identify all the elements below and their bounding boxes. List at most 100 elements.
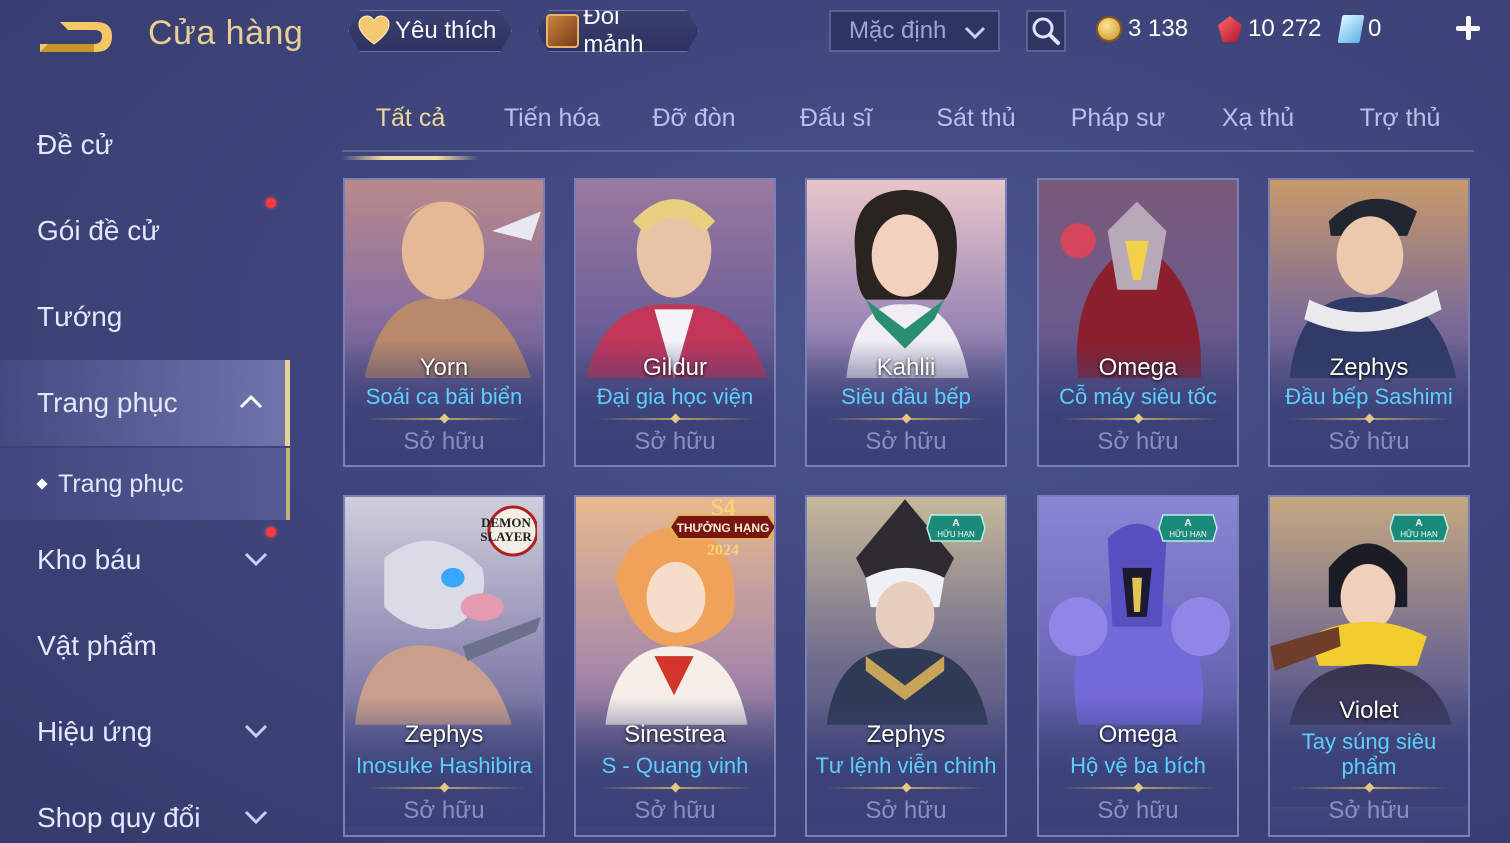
limited-label: HỮU HẠN [1169, 530, 1207, 539]
back-button[interactable] [34, 14, 118, 60]
badge-s4-year: 2024 [707, 542, 739, 559]
owned-status: Sở hữu [1328, 428, 1410, 455]
limited-badge: A HỮU HẠN [1389, 514, 1449, 542]
sidebar: Đề cử Gói đề cử Tướng Trang phục Trang p… [0, 100, 292, 843]
limited-label: HỮU HẠN [937, 530, 975, 539]
skin-card[interactable]: Kahlii Siêu đầu bếp Sở hữu [805, 178, 1007, 467]
skin-card[interactable]: A HỮU HẠN Zephys Tư lệnh viễn chinh Sở h… [805, 495, 1007, 837]
skin-name: Hộ vệ ba bích [1070, 753, 1206, 778]
chevron-up-icon [239, 394, 263, 409]
skin-name: Đầu bếp Sashimi [1285, 384, 1453, 409]
skin-card[interactable]: Gildur Đại gia học viện Sở hữu [574, 178, 776, 467]
gold-currency: 3 138 [1096, 14, 1188, 44]
search-button[interactable] [1026, 10, 1066, 52]
tab-label: Sát thủ [936, 104, 1016, 132]
hero-name: Yorn [419, 354, 469, 381]
card-divider [1290, 787, 1450, 789]
sidebar-item-label: Kho báu [37, 544, 142, 575]
owned-status: Sở hữu [865, 797, 947, 824]
sidebar-item-recommended[interactable]: Đề cử [0, 102, 290, 188]
skin-card[interactable]: A HỮU HẠN Violet Tay súng siêu phẩm Sở h… [1268, 495, 1470, 837]
gold-amount: 3 138 [1128, 15, 1189, 42]
tab-tank[interactable]: Đỡ đòn [626, 104, 762, 150]
skin-card[interactable]: S4 THƯỞNG HẠNG 2024 Sinestrea S - Quang … [574, 495, 776, 837]
card-divider [827, 418, 987, 420]
card-divider [827, 787, 987, 789]
skin-name: Siêu đầu bếp [841, 384, 971, 409]
chest-icon [546, 14, 579, 48]
limited-badge: A HỮU HẠN [1158, 514, 1218, 542]
sidebar-item-heroes[interactable]: Tướng [0, 274, 290, 360]
skin-card[interactable]: Omega Cỗ máy siêu tốc Sở hữu [1037, 178, 1239, 467]
tab-assassin[interactable]: Sát thủ [908, 104, 1044, 150]
tab-all[interactable]: Tất cả [342, 104, 479, 160]
tab-label: Xạ thủ [1221, 104, 1295, 132]
hero-name: Kahlii [876, 354, 936, 381]
sidebar-item-label: Tướng [37, 301, 123, 332]
favorites-button[interactable]: Yêu thích [348, 10, 512, 52]
favorites-label: Yêu thích [395, 17, 497, 44]
voucher-icon [1337, 15, 1365, 43]
ruby-currency: 10 272 [1218, 14, 1321, 44]
sort-value: Mặc định [849, 17, 947, 44]
tab-marksman[interactable]: Xạ thủ [1190, 104, 1326, 150]
sidebar-item-skins[interactable]: Trang phục [0, 360, 290, 446]
season-reward-badge: S4 THƯỞNG HẠNG 2024 [668, 497, 774, 567]
skin-card[interactable]: A HỮU HẠN Omega Hộ vệ ba bích Sở hữu [1037, 495, 1239, 837]
skin-name: Đại gia học viện [596, 384, 754, 409]
skin-card[interactable]: DEMON SLAYER Zephys Inosuke Hashibira Sở… [343, 495, 545, 837]
skin-name: Soái ca bãi biển [365, 384, 523, 409]
tab-label: Tất cả [375, 104, 446, 132]
owned-status: Sở hữu [403, 428, 485, 455]
search-icon [1032, 17, 1060, 45]
skin-card[interactable]: Yorn Soái ca bãi biển Sở hữu [343, 178, 545, 467]
tab-support[interactable]: Trợ thủ [1332, 104, 1468, 150]
notification-dot [266, 198, 276, 208]
tab-fighter[interactable]: Đấu sĩ [768, 104, 904, 150]
tab-mage[interactable]: Pháp sư [1050, 104, 1186, 150]
exchange-fragments-button[interactable]: Đổi mảnh [537, 10, 699, 52]
sidebar-item-exchange-shop[interactable]: Shop quy đổi [0, 775, 290, 843]
hero-name: Zephys [1329, 354, 1409, 381]
sidebar-item-treasure[interactable]: Kho báu [0, 517, 290, 603]
owned-status: Sở hữu [1097, 428, 1179, 455]
sidebar-item-effects[interactable]: Hiệu ứng [0, 689, 290, 775]
owned-status: Sở hữu [403, 797, 485, 824]
hero-name: Gildur [642, 354, 708, 381]
tab-label: Tiến hóa [503, 104, 601, 132]
top-up-plus-button[interactable] [1452, 12, 1484, 44]
card-divider [365, 418, 525, 420]
sidebar-item-recommended-bundles[interactable]: Gói đề cử [0, 188, 290, 274]
sidebar-subitem-skins[interactable]: Trang phục [0, 448, 290, 520]
sidebar-item-label: Đề cử [37, 129, 114, 160]
svg-text:A: A [1415, 518, 1422, 529]
voucher-currency: 0 [1337, 14, 1381, 44]
sidebar-item-label: Hiệu ứng [37, 716, 153, 747]
card-divider [1059, 418, 1219, 420]
card-divider [596, 787, 756, 789]
tab-label: Đấu sĩ [799, 104, 873, 132]
owned-status: Sở hữu [634, 797, 716, 824]
active-tab-indicator [342, 156, 479, 160]
hero-name: Omega [1098, 354, 1178, 381]
limited-badge: A HỮU HẠN [926, 514, 986, 542]
hero-name: Zephys [866, 721, 946, 748]
skin-name: Cỗ máy siêu tốc [1059, 384, 1217, 409]
skin-name: Tư lệnh viễn chinh [815, 753, 997, 778]
hero-name: Violet [1339, 697, 1399, 724]
ruby-icon [1218, 16, 1242, 42]
diamond-bullet-icon [36, 478, 48, 490]
tab-label: Trợ thủ [1359, 104, 1441, 132]
svg-text:A: A [952, 518, 959, 529]
hero-name: Omega [1098, 721, 1178, 748]
notification-dot [266, 527, 276, 537]
sort-dropdown[interactable]: Mặc định [829, 10, 1000, 52]
card-divider [1059, 787, 1219, 789]
page-title: Cửa hàng [148, 14, 304, 52]
badge-demon-line2: SLAYER [480, 529, 532, 544]
skin-name: Inosuke Hashibira [355, 753, 533, 778]
sidebar-item-items[interactable]: Vật phẩm [0, 603, 290, 689]
skin-card[interactable]: Zephys Đầu bếp Sashimi Sở hữu [1268, 178, 1470, 467]
tab-label: Pháp sư [1070, 104, 1166, 132]
tab-evolution[interactable]: Tiến hóa [484, 104, 620, 150]
